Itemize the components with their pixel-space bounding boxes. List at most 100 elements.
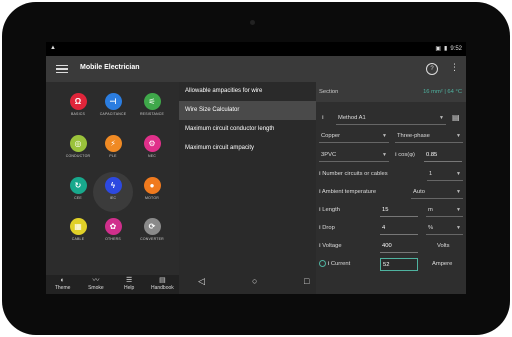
drop-label: i Drop <box>319 225 335 231</box>
no-sim-icon: ▣ <box>435 46 441 52</box>
others-icon: ✿ <box>104 218 122 235</box>
menu-item-ampacities[interactable]: Allowable ampacities for wire <box>179 82 316 101</box>
voltage-label: i Voltage <box>319 243 342 249</box>
circuits-value: 1 <box>429 171 433 177</box>
app-title: Mobile Electrician <box>80 64 140 71</box>
back-icon[interactable]: ◁ <box>198 276 205 287</box>
tile-nec[interactable]: ⚙ NEC <box>132 130 172 170</box>
chevron-down-icon: ▼ <box>456 207 461 213</box>
iec-icon: ϟ <box>104 177 122 194</box>
help-icon[interactable]: ? <box>426 63 438 75</box>
tile-iec[interactable]: ϟ IEC <box>93 172 133 212</box>
calculator-menu: Allowable ampacities for wire Wire Size … <box>179 82 316 294</box>
cee-icon: ↻ <box>69 177 87 194</box>
resistance-icon: ⚟ <box>143 93 161 110</box>
voltage-input[interactable]: 400 <box>380 240 418 253</box>
section-label: Section <box>319 89 339 95</box>
voltage-unit: Volts <box>437 243 450 249</box>
current-radio[interactable] <box>319 259 326 267</box>
tile-label: CEE <box>74 196 82 200</box>
material-dropdown[interactable]: Copper ▼ <box>319 129 389 143</box>
clipboard-icon[interactable]: ▤ <box>452 111 460 125</box>
tile-label: IEC <box>109 196 117 200</box>
material-value: Copper <box>321 133 341 139</box>
drop-input[interactable]: 4 <box>380 222 418 235</box>
tile-capacitance[interactable]: ⊣ CAPACITANCE <box>93 88 133 128</box>
basics-icon: Ω <box>69 93 87 110</box>
insulation-dropdown[interactable]: 3PVC ▼ <box>319 148 389 162</box>
tile-others[interactable]: ✿ OTHERS <box>93 213 133 253</box>
nec-icon: ⚙ <box>143 135 161 152</box>
current-input[interactable]: 52 <box>380 258 418 271</box>
tile-label: CABLE <box>71 237 85 241</box>
recent-apps-icon[interactable]: □ <box>304 276 309 286</box>
calculator-panel: Section 16 mm² | 64 °C i Method A1 ▼ ▤ Co… <box>316 82 466 294</box>
current-label: i Current <box>319 257 350 271</box>
tile-motor[interactable]: ● MOTOR <box>132 172 172 212</box>
cable-icon: ▦ <box>69 218 87 235</box>
warning-icon: ▲ <box>50 45 56 51</box>
tile-ple[interactable]: ⚡ PLE <box>93 130 133 170</box>
chevron-down-icon: ▼ <box>456 189 461 195</box>
menu-item-conductor-length[interactable]: Maximum circuit conductor length <box>179 120 316 139</box>
tile-cee[interactable]: ↻ CEE <box>58 172 98 212</box>
conductor-icon: ◎ <box>69 135 87 152</box>
tile-label: CAPACITANCE <box>99 112 127 116</box>
tile-cable[interactable]: ▦ CABLE <box>58 213 98 253</box>
tile-label: CONDUCTOR <box>65 154 91 158</box>
motor-icon: ● <box>143 177 161 194</box>
battery-icon: ▮ <box>444 46 448 52</box>
category-grid: Ω BASICS ⊣ CAPACITANCE ⚟ RESISTANCE ◎ CONDUCTOR… <box>46 82 179 275</box>
insulation-value: 3PVC <box>321 152 337 158</box>
converter-icon: ⟳ <box>143 218 161 235</box>
chevron-down-icon: ▼ <box>382 133 387 139</box>
camera-dot <box>250 20 255 25</box>
home-icon[interactable]: ○ <box>252 276 257 286</box>
phase-value: Three-phase <box>397 133 430 139</box>
tile-label: RESISTANCE <box>139 112 165 116</box>
app-screen: ▲ ▣ ▮ 9:52 Mobile Electrician ? ⋮ Ω BASIC… <box>46 42 466 294</box>
tile-converter[interactable]: ⟳ CONVERTER <box>132 213 172 253</box>
menu-item-circuit-ampacity[interactable]: Maximum circuit ampacity <box>179 139 316 158</box>
length-unit-dropdown[interactable]: m ▼ <box>426 203 463 217</box>
status-time: 9:52 <box>450 45 462 52</box>
more-options-icon[interactable]: ⋮ <box>450 62 459 72</box>
tile-basics[interactable]: Ω BASICS <box>58 88 98 128</box>
ambient-dropdown[interactable]: Auto ▼ <box>411 185 463 199</box>
cos-label: i cos(φ) <box>395 152 415 158</box>
app-bar: Mobile Electrician ? ⋮ <box>46 56 466 82</box>
tile-conductor[interactable]: ◎ CONDUCTOR <box>58 130 98 170</box>
ambient-label: i Ambient temperature <box>319 189 377 195</box>
tile-label: MOTOR <box>145 196 159 200</box>
length-unit-value: m <box>428 207 433 213</box>
ple-icon: ⚡ <box>104 135 122 152</box>
chevron-down-icon: ▼ <box>456 171 461 177</box>
capacitance-icon: ⊣ <box>104 93 122 110</box>
circuits-label: i Number circuits or cables <box>319 171 388 177</box>
circuits-dropdown[interactable]: 1 ▼ <box>427 167 463 181</box>
method-dropdown[interactable]: Method A1 ▼ <box>336 111 446 125</box>
tile-label: NEC <box>148 154 156 158</box>
ambient-value: Auto <box>413 189 425 195</box>
tile-label: BASICS <box>70 112 86 116</box>
section-result: Section 16 mm² | 64 °C <box>316 82 466 102</box>
drop-unit-dropdown[interactable]: % ▼ <box>426 221 463 235</box>
method-value: Method A1 <box>338 115 366 121</box>
chevron-down-icon: ▼ <box>439 115 444 121</box>
tile-label: CONVERTER <box>140 237 164 241</box>
phase-dropdown[interactable]: Three-phase ▼ <box>395 129 463 143</box>
info-icon[interactable]: i <box>322 111 324 125</box>
section-value: 16 mm² | 64 °C <box>423 89 462 95</box>
status-right: ▣ ▮ 9:52 <box>435 45 462 53</box>
hamburger-menu-icon[interactable] <box>56 63 68 75</box>
chevron-down-icon: ▼ <box>382 152 387 158</box>
tile-resistance[interactable]: ⚟ RESISTANCE <box>132 88 172 128</box>
length-label: i Length <box>319 207 340 213</box>
cos-input[interactable]: 0.85 <box>424 149 462 162</box>
current-unit: Ampere <box>432 261 453 267</box>
system-navigation: ◁ ○ □ <box>46 274 466 292</box>
drop-unit-value: % <box>428 225 434 231</box>
length-input[interactable]: 15 <box>380 204 418 217</box>
chevron-down-icon: ▼ <box>456 133 461 139</box>
menu-item-wire-size[interactable]: Wire Size Calculator <box>179 101 316 120</box>
